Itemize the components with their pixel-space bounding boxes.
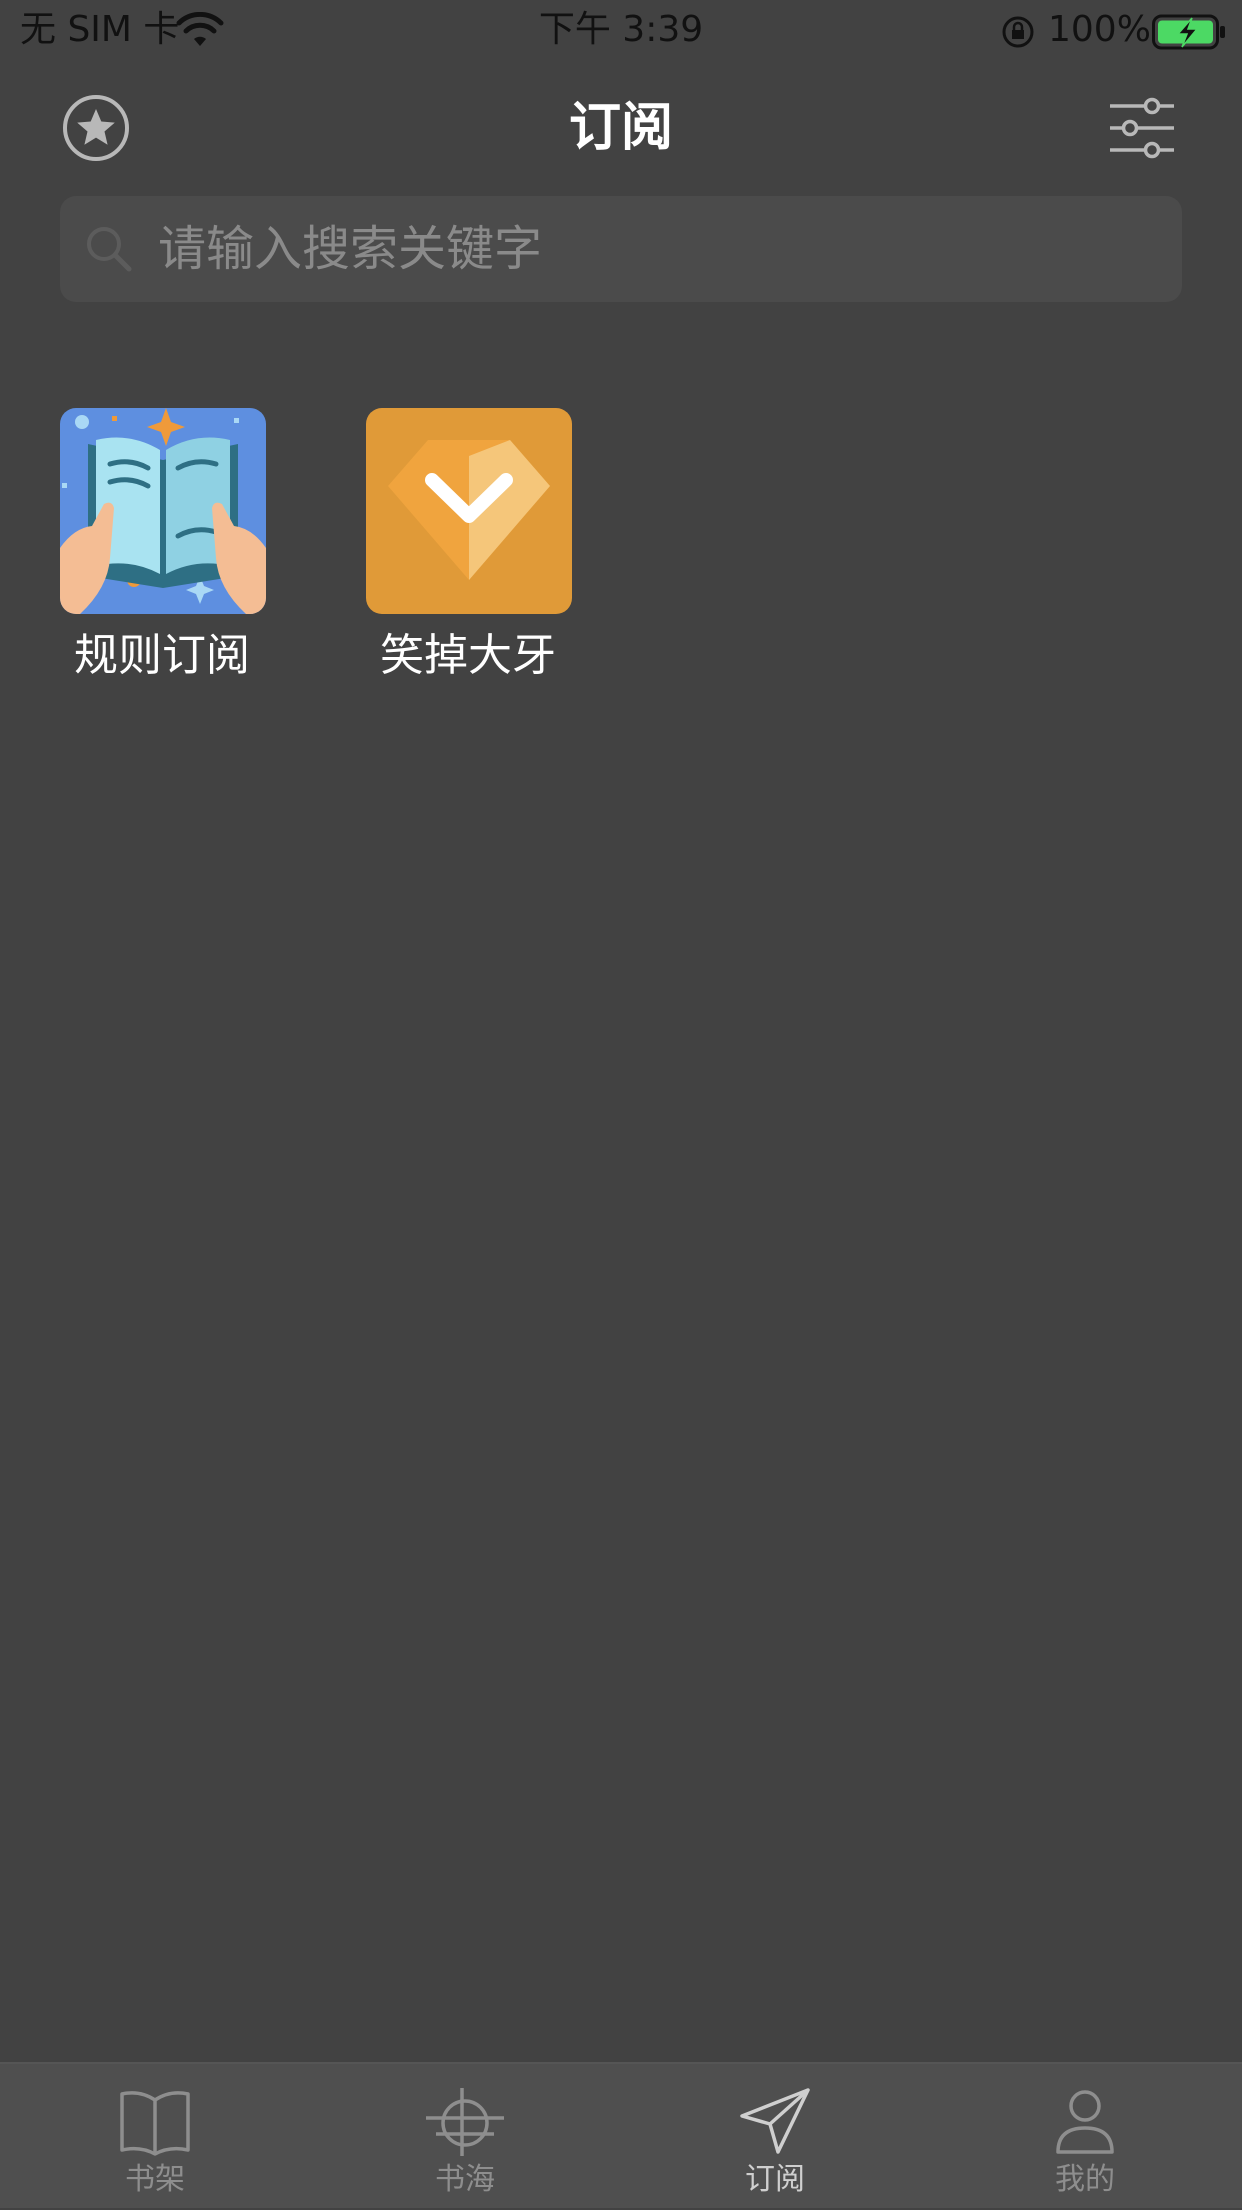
page-title: 订阅	[568, 98, 673, 158]
tab-label: 书架	[125, 2162, 185, 2197]
tab-bookshelf[interactable]: 书架	[0, 2064, 310, 2210]
rotation-lock-icon	[1002, 16, 1034, 48]
subscription-item-label: 规则订阅	[74, 630, 250, 681]
search-icon	[87, 227, 132, 272]
tab-subscribe[interactable]: 订阅	[620, 2064, 930, 2210]
open-book-icon	[60, 408, 266, 614]
subscription-item-label: 笑掉大牙	[380, 630, 556, 681]
status-bar: 无 SIM 卡 下午 3:39 100%	[0, 0, 1242, 62]
filter-sliders-icon[interactable]	[1106, 94, 1178, 162]
tab-label: 我的	[1055, 2162, 1115, 2197]
search-input[interactable]	[150, 196, 1160, 302]
subscription-item-rule[interactable]: 规则订阅	[42, 408, 282, 688]
subscription-item-joke[interactable]: 笑掉大牙	[348, 408, 588, 688]
tab-label: 书海	[435, 2162, 495, 2197]
tab-label: 订阅	[745, 2162, 805, 2197]
diamond-check-icon	[366, 408, 572, 614]
nav-bar: 订阅	[0, 80, 1242, 176]
send-icon	[740, 2088, 810, 2154]
tab-mine[interactable]: 我的	[930, 2064, 1240, 2210]
search-bar[interactable]	[60, 196, 1182, 302]
battery-charging-icon	[1152, 14, 1225, 50]
book-icon	[120, 2091, 190, 2156]
compass-grid-icon	[426, 2088, 504, 2156]
tab-bar: 书架 书海 订阅 我的	[0, 2062, 1242, 2208]
tab-book-sea[interactable]: 书海	[310, 2064, 620, 2210]
battery-percent: 100%	[1048, 9, 1151, 50]
person-icon	[1056, 2090, 1114, 2154]
